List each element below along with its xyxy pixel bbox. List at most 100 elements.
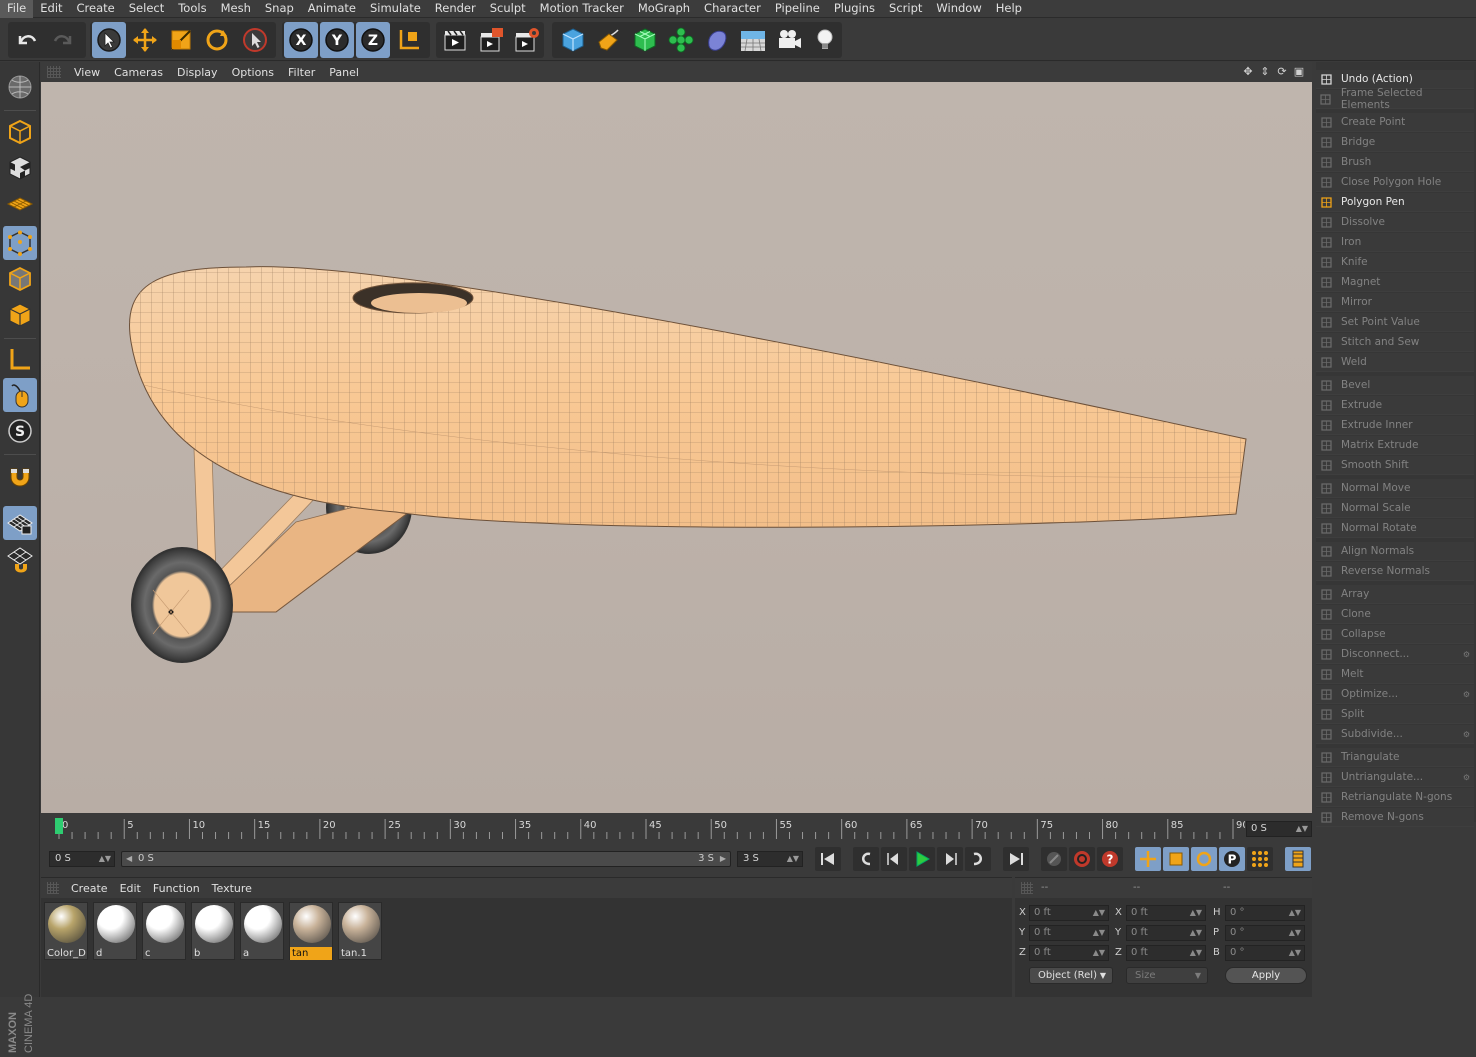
command-mirror[interactable]: Mirror xyxy=(1316,293,1474,312)
scale-button[interactable] xyxy=(164,22,198,58)
planar-workplane-button[interactable] xyxy=(3,542,37,576)
cube-button[interactable] xyxy=(556,22,590,58)
cloner-button[interactable] xyxy=(664,22,698,58)
material-swatch[interactable]: a xyxy=(240,902,284,960)
material-swatch[interactable]: tan.1 xyxy=(338,902,382,960)
subdivision-surface-button[interactable] xyxy=(628,22,662,58)
timeline-playhead[interactable] xyxy=(55,818,63,834)
stepper-arrows[interactable]: ▲▼ xyxy=(1093,926,1105,940)
command-matrix-extrude[interactable]: Matrix Extrude xyxy=(1316,436,1474,455)
viewport-menu-display[interactable]: Display xyxy=(170,66,225,79)
viewport-menu-options[interactable]: Options xyxy=(225,66,281,79)
menu-help[interactable]: Help xyxy=(989,0,1029,18)
material-swatch[interactable]: d xyxy=(93,902,137,960)
menu-plugins[interactable]: Plugins xyxy=(827,0,882,18)
render-to-picture-viewer-button[interactable] xyxy=(474,22,508,58)
end-time-field[interactable]: 3 S ▲▼ xyxy=(737,851,803,867)
command-set-point-value[interactable]: Set Point Value xyxy=(1316,313,1474,332)
apply-button[interactable]: Apply xyxy=(1225,967,1307,984)
material-menu-edit[interactable]: Edit xyxy=(114,882,147,895)
viewport-menu-panel[interactable]: Panel xyxy=(322,66,366,79)
move-button[interactable] xyxy=(128,22,162,58)
options-gear-icon[interactable]: ⚙ xyxy=(1463,773,1470,782)
stepper-arrows[interactable]: ▲▼ xyxy=(1190,926,1202,940)
menu-file[interactable]: File xyxy=(0,0,34,18)
command-brush[interactable]: Brush xyxy=(1316,153,1474,172)
stepper-arrows[interactable]: ▲▼ xyxy=(1289,946,1301,960)
points-mode-button[interactable] xyxy=(3,226,37,260)
command-magnet[interactable]: Magnet xyxy=(1316,273,1474,292)
menu-render[interactable]: Render xyxy=(428,0,483,18)
render-settings-button[interactable] xyxy=(510,22,544,58)
command-dissolve[interactable]: Dissolve xyxy=(1316,213,1474,232)
rotate-button[interactable] xyxy=(200,22,234,58)
preview-range-slider[interactable]: ◀ 0 S 3 S ▶ xyxy=(121,851,731,867)
coordinate-system-button[interactable] xyxy=(392,22,426,58)
locked-workplane-button[interactable] xyxy=(3,506,37,540)
menu-pipeline[interactable]: Pipeline xyxy=(768,0,827,18)
menu-character[interactable]: Character xyxy=(697,0,768,18)
command-align-normals[interactable]: Align Normals xyxy=(1316,542,1474,561)
move-view-icon[interactable]: ✥ xyxy=(1241,65,1255,79)
scheme-button[interactable] xyxy=(1285,847,1311,871)
options-gear-icon[interactable]: ⚙ xyxy=(1463,690,1470,699)
x-axis-lock-button[interactable]: X xyxy=(284,22,318,58)
command-array[interactable]: Array xyxy=(1316,585,1474,604)
options-gear-icon[interactable]: ⚙ xyxy=(1463,730,1470,739)
command-remove-n-gons[interactable]: Remove N-gons xyxy=(1316,808,1474,827)
menu-sculpt[interactable]: Sculpt xyxy=(483,0,533,18)
material-swatch[interactable]: Color_D xyxy=(44,902,88,960)
command-knife[interactable]: Knife xyxy=(1316,253,1474,272)
recent-tool-button[interactable] xyxy=(238,22,272,58)
menu-select[interactable]: Select xyxy=(122,0,171,18)
dolly-view-icon[interactable]: ⇕ xyxy=(1258,65,1272,79)
coordinate-mode-dropdown[interactable]: Object (Rel) ▼ xyxy=(1029,967,1113,984)
camera-button[interactable] xyxy=(772,22,806,58)
menu-create[interactable]: Create xyxy=(70,0,122,18)
menu-animate[interactable]: Animate xyxy=(301,0,363,18)
stepper-arrows[interactable]: ▲▼ xyxy=(1289,926,1301,940)
toggle-view-icon[interactable]: ▣ xyxy=(1292,65,1306,79)
menu-window[interactable]: Window xyxy=(929,0,988,18)
light-button[interactable] xyxy=(808,22,842,58)
stepper-arrows[interactable]: ▲▼ xyxy=(1093,946,1105,960)
command-disconnect[interactable]: Disconnect... ⚙ xyxy=(1316,645,1474,664)
command-triangulate[interactable]: Triangulate xyxy=(1316,748,1474,767)
deformer-button[interactable] xyxy=(700,22,734,58)
3d-viewport[interactable] xyxy=(41,82,1312,813)
command-reverse-normals[interactable]: Reverse Normals xyxy=(1316,562,1474,581)
next-key-button[interactable] xyxy=(965,847,991,871)
model-mode-button[interactable] xyxy=(3,115,37,149)
command-frame-selected-elements[interactable]: Frame Selected Elements xyxy=(1316,87,1474,111)
key-parameter-button[interactable]: P xyxy=(1219,847,1245,871)
tweak-mode-button[interactable] xyxy=(3,378,37,412)
command-normal-scale[interactable]: Normal Scale xyxy=(1316,499,1474,518)
stepper-arrows[interactable]: ▲▼ xyxy=(1093,906,1105,920)
floor-button[interactable] xyxy=(736,22,770,58)
position-field[interactable]: 0 ft ▲▼ xyxy=(1029,925,1109,941)
rotate-view-icon[interactable]: ⟳ xyxy=(1275,65,1289,79)
command-extrude[interactable]: Extrude xyxy=(1316,396,1474,415)
menu-simulate[interactable]: Simulate xyxy=(363,0,428,18)
menu-snap[interactable]: Snap xyxy=(258,0,301,18)
play-button[interactable] xyxy=(909,847,935,871)
solo-mode-button[interactable]: S xyxy=(3,414,37,448)
command-retriangulate-n-gons[interactable]: Retriangulate N-gons xyxy=(1316,788,1474,807)
snap-button[interactable] xyxy=(3,460,37,494)
record-active-objects-button[interactable] xyxy=(1041,847,1067,871)
undo-button[interactable] xyxy=(10,22,44,58)
stepper-arrows[interactable]: ▲▼ xyxy=(1190,946,1202,960)
menu-tools[interactable]: Tools xyxy=(171,0,213,18)
command-bevel[interactable]: Bevel xyxy=(1316,376,1474,395)
command-normal-rotate[interactable]: Normal Rotate xyxy=(1316,519,1474,538)
command-extrude-inner[interactable]: Extrude Inner xyxy=(1316,416,1474,435)
rotation-field[interactable]: 0 ° ▲▼ xyxy=(1225,925,1305,941)
command-optimize[interactable]: Optimize... ⚙ xyxy=(1316,685,1474,704)
rotation-field[interactable]: 0 ° ▲▼ xyxy=(1225,945,1305,961)
viewport-menu-filter[interactable]: Filter xyxy=(281,66,322,79)
current-time-field[interactable]: 0 S ▲▼ xyxy=(1246,821,1312,837)
live-selection-button[interactable] xyxy=(92,22,126,58)
options-gear-icon[interactable]: ⚙ xyxy=(1463,650,1470,659)
command-bridge[interactable]: Bridge xyxy=(1316,133,1474,152)
key-rotation-button[interactable] xyxy=(1191,847,1217,871)
